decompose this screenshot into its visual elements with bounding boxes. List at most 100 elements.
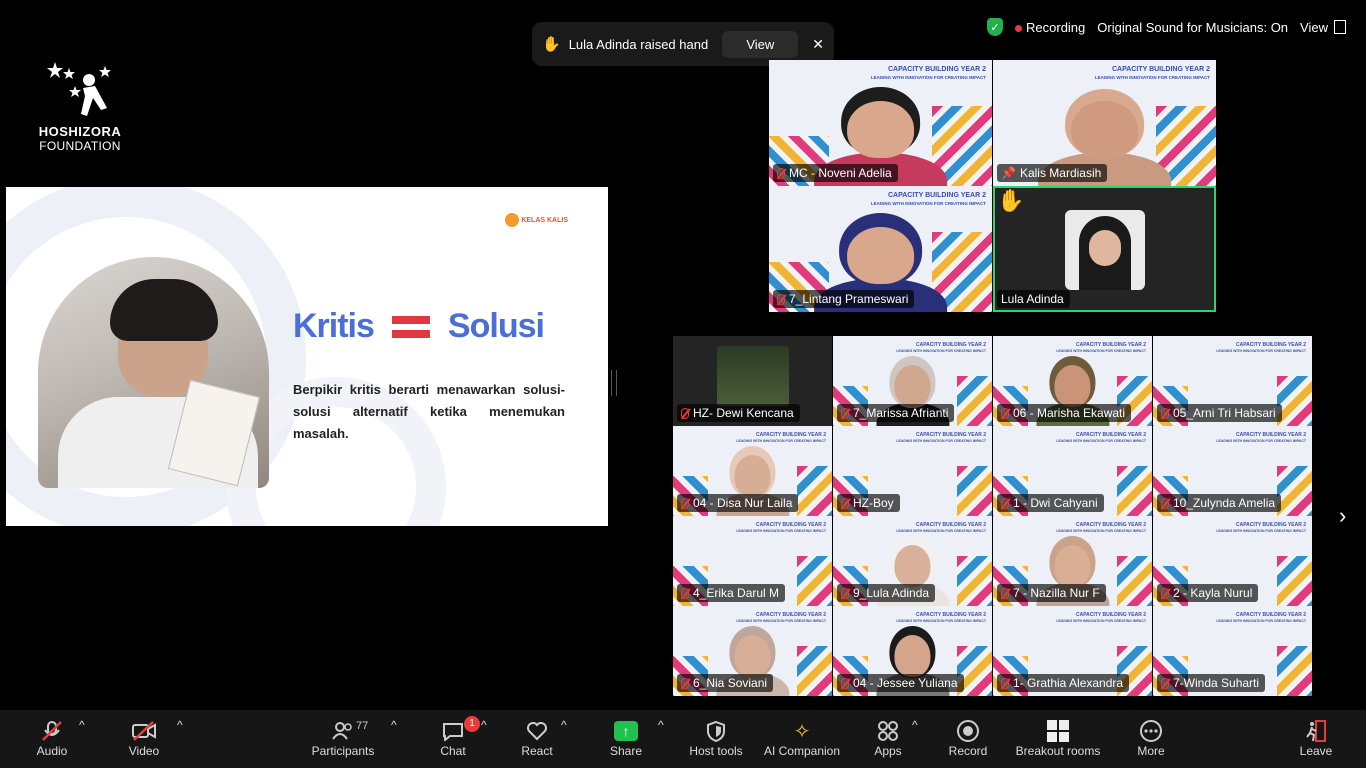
leave-door-icon: [1298, 718, 1334, 744]
video-tile-active-speaker[interactable]: ✋ Lula Adinda: [993, 186, 1216, 312]
video-tile[interactable]: HZ- Dewi Kencana: [673, 336, 832, 426]
apps-chevron-icon[interactable]: ^: [912, 718, 918, 732]
notification-text: Lula Adinda raised hand: [568, 36, 709, 52]
raised-hand-icon: ✋: [542, 36, 561, 53]
split-resize-handle[interactable]: [611, 370, 617, 396]
participant-label: 05_Arni Tri Habsari: [1157, 404, 1282, 422]
slide-title-right: Solusi: [447, 307, 545, 345]
breakout-rooms-button[interactable]: Breakout rooms: [1015, 718, 1101, 758]
video-tile[interactable]: CAPACITY BUILDING YEAR 2 LEADING WITH INN…: [993, 606, 1152, 696]
chat-button[interactable]: 1 Chat: [438, 716, 480, 758]
star-child-icon: [45, 58, 115, 120]
participant-name: 10_Zulynda Amelia: [1173, 496, 1276, 510]
participant-label: 04 - Jessee Yuliana: [837, 674, 964, 692]
participant-label: 06 - Marisha Ekawati: [997, 404, 1132, 422]
security-shield-icon[interactable]: ✓: [987, 18, 1004, 36]
mic-muted-icon: [1161, 587, 1169, 599]
video-tile[interactable]: CAPACITY BUILDING YEAR 2 LEADING WITH INN…: [993, 516, 1152, 606]
video-tile[interactable]: CAPACITY BUILDING YEAR 2 LEADING WITH INN…: [833, 426, 992, 516]
record-button[interactable]: Record: [946, 718, 990, 758]
people-icon: 77: [310, 718, 376, 744]
video-tile[interactable]: CAPACITY BUILDING YEAR 2 LEADING WITH INN…: [833, 606, 992, 696]
sparkle-icon: ✧: [793, 720, 811, 743]
participant-name: 4_Erika Darul M: [693, 586, 780, 600]
video-button[interactable]: Video: [126, 718, 162, 758]
react-chevron-icon[interactable]: ^: [561, 718, 567, 732]
next-page-icon[interactable]: ›: [1339, 503, 1346, 529]
video-tile[interactable]: CAPACITY BUILDING YEAR 2 LEADING WITH INN…: [1153, 516, 1312, 606]
participant-name: 7_Lintang Prameswari: [789, 292, 909, 306]
video-tile[interactable]: CAPACITY BUILDING YEAR 2 LEADING WITH INN…: [769, 60, 992, 186]
participant-label: HZ-Boy: [837, 494, 900, 512]
video-tile[interactable]: CAPACITY BUILDING YEAR 2 LEADING WITH INN…: [673, 516, 832, 606]
mic-muted-icon: [777, 293, 785, 305]
mic-muted-icon: [1161, 677, 1169, 689]
record-icon: [946, 718, 990, 744]
participant-name: 7_Marissa Afrianti: [853, 406, 949, 420]
leave-button[interactable]: Leave: [1298, 718, 1334, 758]
meeting-status-bar: ✓ Recording Original Sound for Musicians…: [987, 18, 1346, 36]
slide-title: Kritis Solusi: [293, 307, 545, 346]
react-button[interactable]: React: [520, 718, 554, 758]
mic-muted-icon: [681, 407, 689, 419]
raised-hand-icon: ✋: [997, 188, 1025, 213]
video-tile[interactable]: CAPACITY BUILDING YEAR 2 LEADING WITH INN…: [673, 606, 832, 696]
pin-icon: 📌: [1001, 166, 1016, 180]
participant-name: 9_Lula Adinda: [853, 586, 930, 600]
participant-label: 4_Erika Darul M: [677, 584, 786, 602]
more-button[interactable]: More: [1133, 718, 1169, 758]
video-tile[interactable]: CAPACITY BUILDING YEAR 2 LEADING WITH INN…: [673, 426, 832, 516]
close-icon[interactable]: ✕: [812, 36, 824, 53]
camera-off-icon: [126, 718, 162, 744]
share-chevron-icon[interactable]: ^: [658, 718, 664, 732]
mic-muted-icon: [841, 677, 849, 689]
equals-icon: [391, 314, 430, 340]
logo-name: HOSHIZORA: [38, 124, 122, 139]
notification-view-button[interactable]: View: [722, 30, 799, 58]
recording-indicator[interactable]: Recording: [1015, 20, 1085, 35]
shared-slide: KELAS KALIS Kritis Solusi Berpikir kriti…: [6, 187, 608, 526]
mic-muted-icon: [841, 407, 849, 419]
video-tile[interactable]: CAPACITY BUILDING YEAR 2 LEADING WITH INN…: [833, 516, 992, 606]
video-tile[interactable]: CAPACITY BUILDING YEAR 2 LEADING WITH INN…: [833, 336, 992, 426]
chat-chevron-icon[interactable]: ^: [481, 718, 487, 732]
ai-companion-button[interactable]: ✧ AI Companion: [762, 718, 842, 759]
participants-chevron-icon[interactable]: ^: [391, 718, 397, 732]
audio-options-chevron-icon[interactable]: ^: [79, 718, 85, 732]
host-tools-button[interactable]: Host tools: [686, 718, 746, 758]
chat-unread-badge: 1: [464, 716, 480, 732]
video-tile[interactable]: CAPACITY BUILDING YEAR 2 LEADING WITH INN…: [1153, 606, 1312, 696]
video-options-chevron-icon[interactable]: ^: [177, 718, 183, 732]
mic-muted-icon: [1161, 407, 1169, 419]
original-sound-status[interactable]: Original Sound for Musicians: On: [1097, 20, 1288, 35]
logo-sub: FOUNDATION: [39, 139, 121, 153]
participant-label: 1 - Dwi Cahyani: [997, 494, 1104, 512]
participant-label: 7-Winda Suharti: [1157, 674, 1266, 692]
participant-label: 9_Lula Adinda: [837, 584, 936, 602]
video-tile[interactable]: CAPACITY BUILDING YEAR 2 LEADING WITH INN…: [1153, 426, 1312, 516]
participant-label: 10_Zulynda Amelia: [1157, 494, 1282, 512]
mic-muted-icon: [681, 587, 689, 599]
video-tile[interactable]: CAPACITY BUILDING YEAR 2 LEADING WITH INN…: [993, 60, 1216, 186]
slide-photo: [38, 257, 269, 488]
share-button[interactable]: ↑ Share: [609, 718, 643, 758]
mic-muted-icon: [681, 497, 689, 509]
mic-muted-icon: [841, 497, 849, 509]
audio-button[interactable]: Audio: [34, 718, 70, 758]
video-tile[interactable]: CAPACITY BUILDING YEAR 2 LEADING WITH INN…: [769, 186, 992, 312]
participant-name: 7 - Nazilla Nur F: [1013, 586, 1100, 600]
video-tile[interactable]: CAPACITY BUILDING YEAR 2 LEADING WITH INN…: [1153, 336, 1312, 426]
video-tile[interactable]: CAPACITY BUILDING YEAR 2 LEADING WITH INN…: [993, 336, 1152, 426]
view-menu-button[interactable]: View: [1300, 20, 1346, 35]
participant-name: 6_Nia Soviani: [693, 676, 768, 690]
kelas-kalis-logo: KELAS KALIS: [505, 213, 568, 227]
mic-muted-icon: [1001, 587, 1009, 599]
mic-muted-icon: [34, 718, 70, 744]
participant-name: Lula Adinda: [1001, 292, 1064, 306]
video-tile[interactable]: CAPACITY BUILDING YEAR 2 LEADING WITH INN…: [993, 426, 1152, 516]
mic-muted-icon: [841, 587, 849, 599]
participant-label: 2 - Kayla Nurul: [1157, 584, 1259, 602]
participants-button[interactable]: 77 Participants: [310, 718, 376, 758]
apps-button[interactable]: Apps: [870, 718, 906, 758]
participant-avatar: [1065, 210, 1145, 290]
